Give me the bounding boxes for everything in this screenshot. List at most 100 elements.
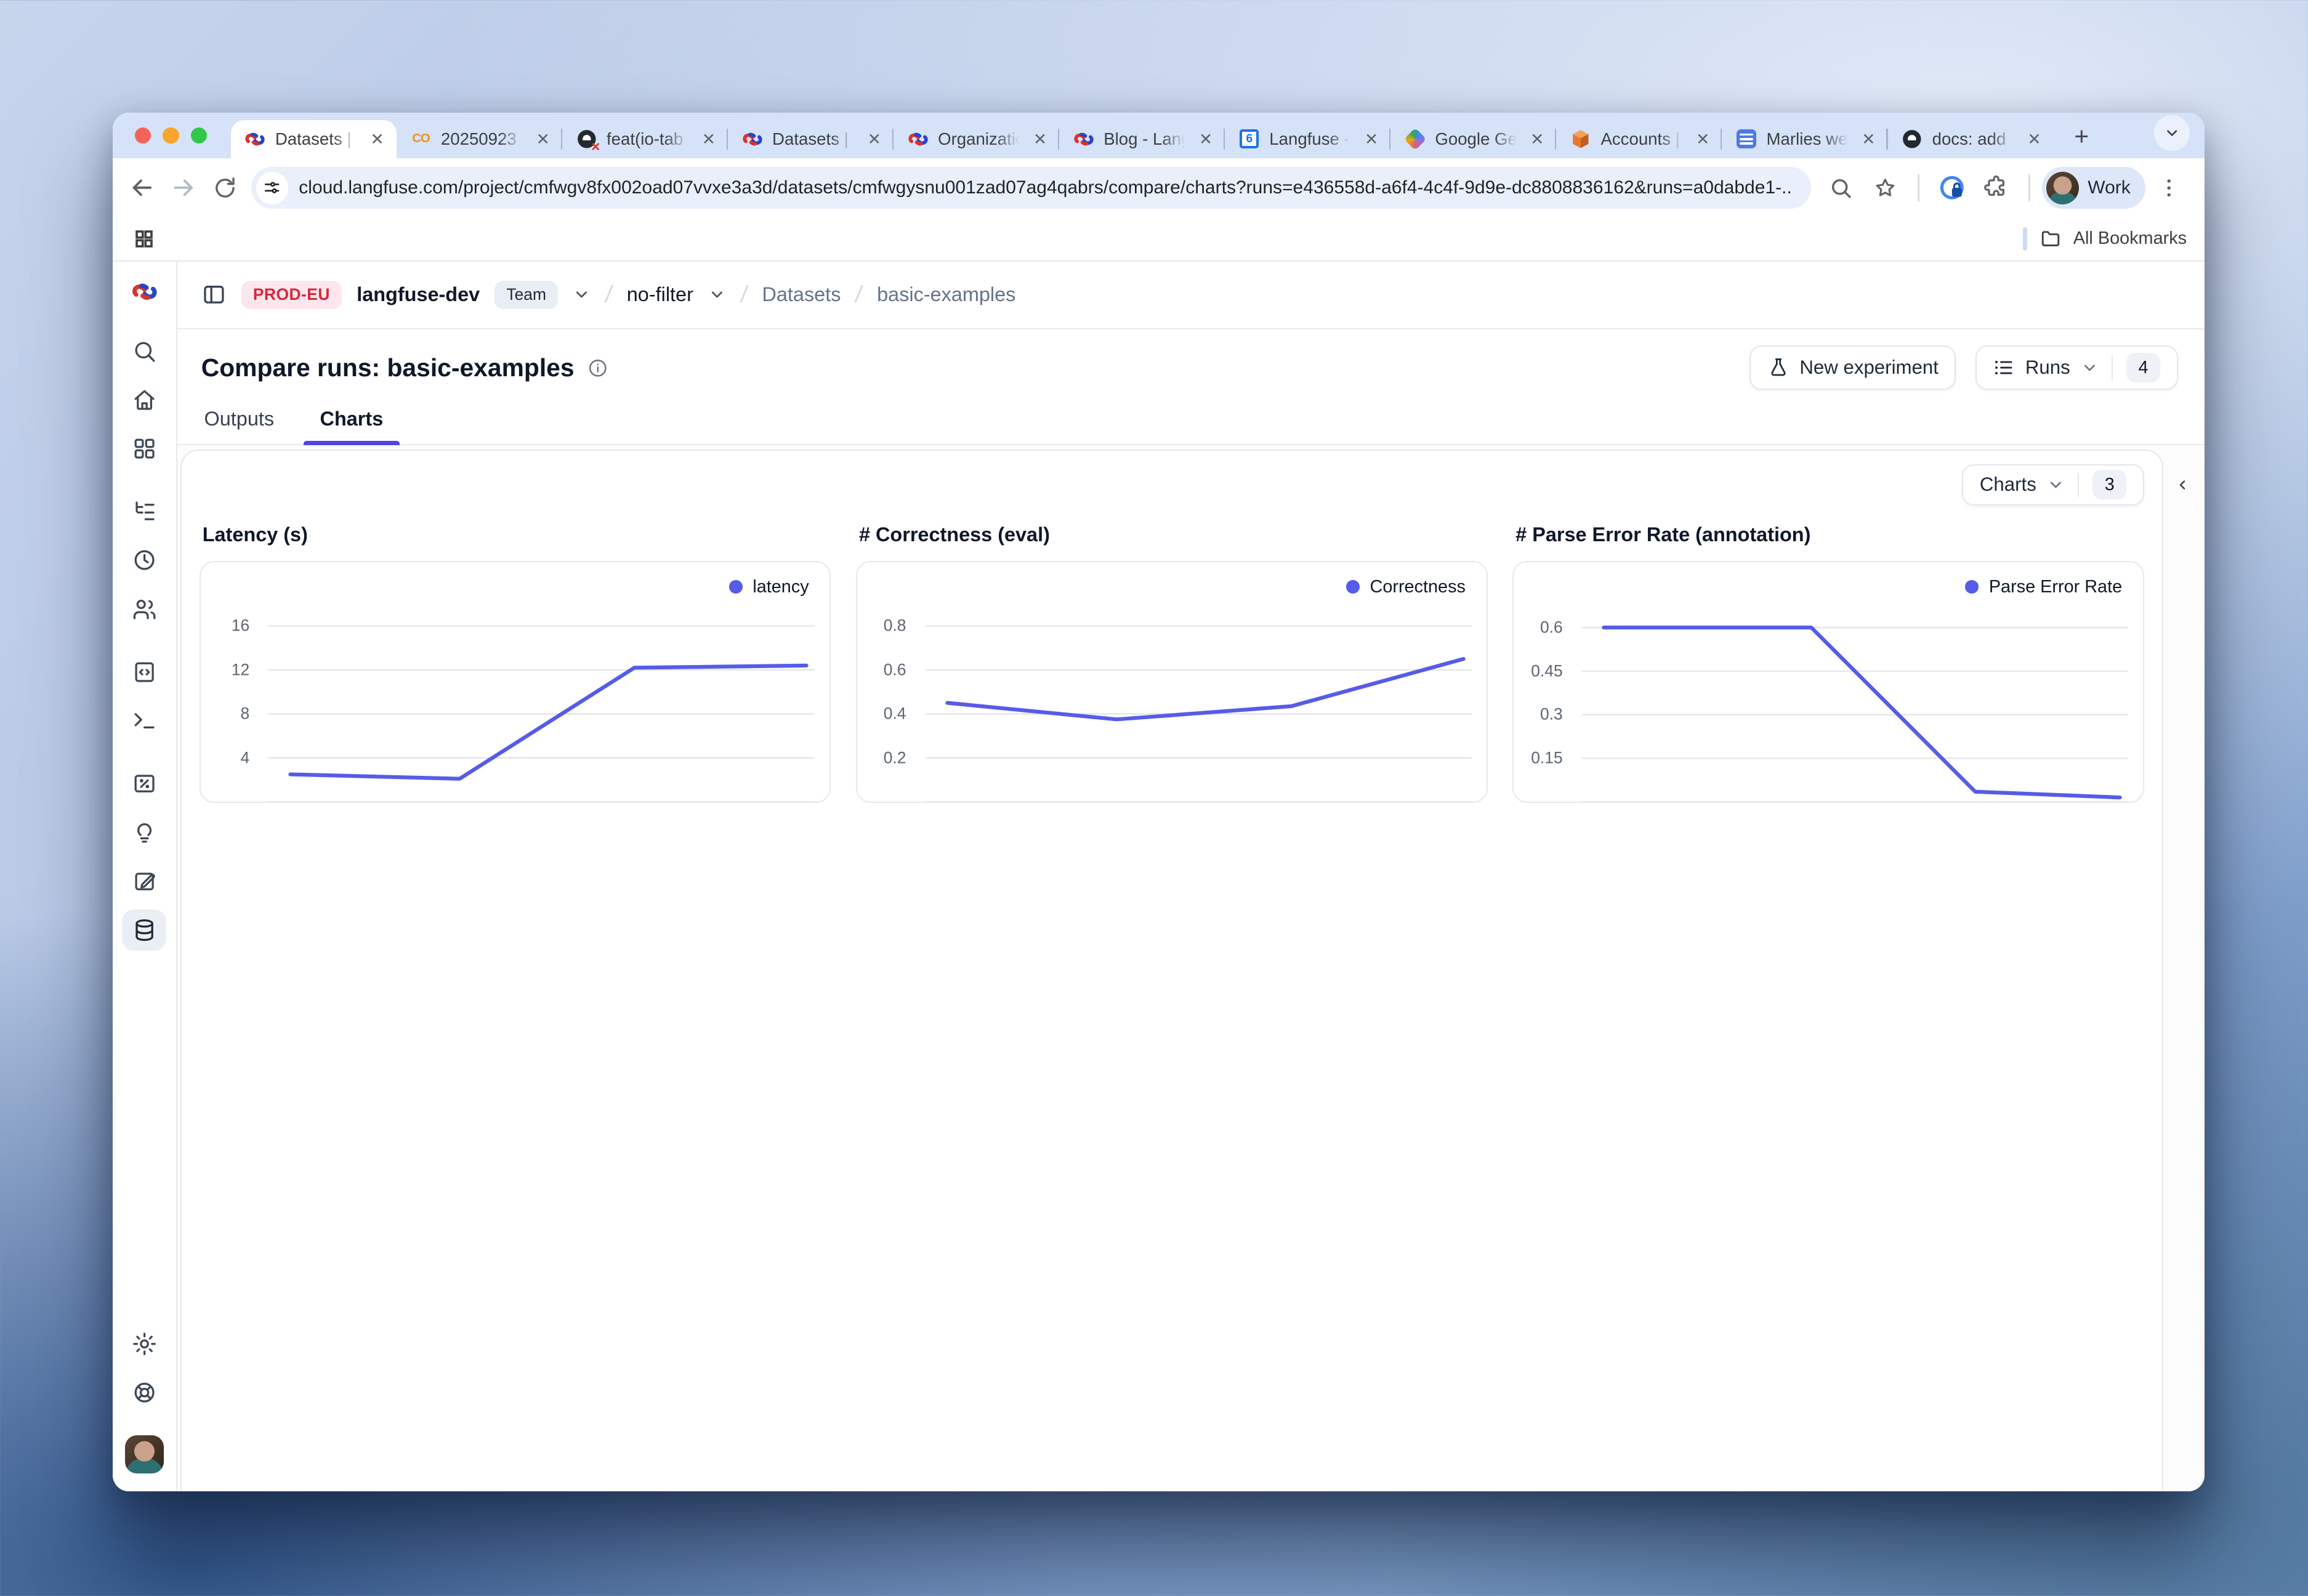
sidebar-item-support[interactable] xyxy=(122,1372,166,1413)
breadcrumb-project[interactable]: no-filter xyxy=(627,283,693,306)
sidebar-toggle-icon[interactable] xyxy=(201,282,227,307)
browser-tab-blog[interactable]: Blog - Lang ✕ xyxy=(1059,120,1225,158)
tab-close-icon[interactable]: ✕ xyxy=(1194,127,1217,151)
sidebar-item-annotation-queues[interactable] xyxy=(122,861,166,902)
org-type-badge[interactable]: Team xyxy=(494,281,558,308)
all-bookmarks[interactable]: All Bookmarks xyxy=(2023,227,2187,251)
tab-close-icon[interactable]: ✕ xyxy=(2022,127,2046,151)
browser-tab-gemini[interactable]: Google Ger ✕ xyxy=(1390,120,1556,158)
tab-close-icon[interactable]: ✕ xyxy=(1525,127,1549,151)
browser-tab-github-docs[interactable]: docs: add ✕ xyxy=(1888,120,2054,158)
sidebar-item-sessions[interactable] xyxy=(122,539,166,581)
notes-app-favicon xyxy=(1735,128,1757,150)
colab-favicon: CO xyxy=(410,128,432,150)
charts-selector-button[interactable]: Charts 3 xyxy=(1962,464,2144,506)
breadcrumb-datasets-link[interactable]: Datasets xyxy=(762,283,841,306)
sidebar-item-users[interactable] xyxy=(122,589,166,630)
sidebar-item-dashboards[interactable] xyxy=(122,428,166,469)
tab-close-icon[interactable]: ✕ xyxy=(863,127,886,151)
gemini-favicon xyxy=(1404,128,1426,150)
project-switcher-chevron-icon[interactable] xyxy=(708,286,726,304)
tab-close-icon[interactable]: ✕ xyxy=(1360,127,1383,151)
aws-favicon xyxy=(1570,128,1592,150)
extensions-puzzle-icon[interactable] xyxy=(1975,167,2017,208)
langfuse-app: PROD-EU langfuse-dev Team / no-filter / … xyxy=(113,262,2205,1491)
sidebar-item-home[interactable] xyxy=(122,379,166,421)
apps-grid-icon[interactable] xyxy=(133,228,155,250)
legend-label: Parse Error Rate xyxy=(1989,577,2122,597)
sidebar-item-settings[interactable] xyxy=(122,1323,166,1364)
chart-plot-area: Correctness 0.80.60.40.2 xyxy=(856,561,1487,803)
minimize-window-button[interactable] xyxy=(163,127,179,143)
folder-icon xyxy=(2040,228,2062,250)
browser-tab-20250923[interactable]: CO 20250923 ✕ xyxy=(397,120,562,158)
profile-avatar xyxy=(2046,172,2079,204)
new-tab-button[interactable]: + xyxy=(2062,117,2100,155)
all-bookmarks-label: All Bookmarks xyxy=(2073,228,2187,249)
bookmarks-bar: All Bookmarks xyxy=(113,217,2205,262)
tab-search-chevron-icon[interactable] xyxy=(2154,115,2190,151)
breadcrumb-org[interactable]: langfuse-dev xyxy=(357,283,480,306)
browser-tab-accounts[interactable]: Accounts | ✕ xyxy=(1556,120,1722,158)
tab-close-icon[interactable]: ✕ xyxy=(1028,127,1052,151)
sidebar-item-tracing[interactable] xyxy=(122,491,166,532)
github-failed-check-favicon: ✕ xyxy=(576,128,598,150)
tab-close-icon[interactable]: ✕ xyxy=(1691,127,1714,151)
runs-selector-button[interactable]: Runs 4 xyxy=(1975,345,2178,390)
reload-button[interactable] xyxy=(204,167,246,208)
url-text: cloud.langfuse.com/project/cmfwgv8fx002o… xyxy=(299,177,1793,198)
browser-tab-organization[interactable]: Organizatio ✕ xyxy=(894,120,1059,158)
tab-close-icon[interactable]: ✕ xyxy=(1857,127,1880,151)
tab-close-icon[interactable]: ✕ xyxy=(697,127,720,151)
y-axis-ticks: 0.60.450.30.15 xyxy=(1514,562,1573,802)
url-address-bar[interactable]: cloud.langfuse.com/project/cmfwgv8fx002o… xyxy=(251,167,1811,208)
org-switcher-chevron-icon[interactable] xyxy=(573,286,591,304)
sidebar-item-datasets[interactable] xyxy=(122,909,166,951)
maximize-window-button[interactable] xyxy=(191,127,207,143)
sidebar-item-insights[interactable] xyxy=(122,812,166,853)
browser-toolbar: cloud.langfuse.com/project/cmfwgv8fx002o… xyxy=(113,158,2205,217)
forward-button[interactable] xyxy=(163,167,204,208)
tab-charts[interactable]: Charts xyxy=(317,405,386,443)
bookmark-star-icon[interactable] xyxy=(1865,167,1906,208)
tab-close-icon[interactable]: ✕ xyxy=(365,127,389,151)
sidebar-item-playground[interactable] xyxy=(122,700,166,741)
browser-tab-github-pr[interactable]: ✕ feat(io-tab ✕ xyxy=(562,120,728,158)
breadcrumb-dataset-name[interactable]: basic-examples xyxy=(877,283,1015,306)
sidebar-item-prompts[interactable] xyxy=(122,651,166,693)
chart-title: # Correctness (eval) xyxy=(859,523,1488,546)
langfuse-favicon xyxy=(1073,128,1095,150)
info-icon[interactable] xyxy=(587,358,608,379)
sidebar-item-search[interactable] xyxy=(122,331,166,372)
charts-count-badge: 3 xyxy=(2092,470,2126,499)
site-settings-tune-icon[interactable] xyxy=(256,172,289,204)
password-extension-icon[interactable] xyxy=(1931,167,1972,208)
chevron-down-icon xyxy=(2047,476,2065,494)
user-avatar[interactable] xyxy=(125,1435,163,1473)
chart-correctness: # Correctness (eval) Correctness 0.80.60… xyxy=(856,512,1487,803)
chart-latency: Latency (s) latency 161284 xyxy=(200,512,831,803)
browser-tab-marlies[interactable]: Marlies we ✕ xyxy=(1722,120,1887,158)
browser-menu-kebab-icon[interactable] xyxy=(2149,167,2190,208)
sidebar-item-evaluation[interactable] xyxy=(122,763,166,804)
main-content: PROD-EU langfuse-dev Team / no-filter / … xyxy=(177,262,2205,1491)
desktop-wallpaper: Datasets | L ✕ CO 20250923 ✕ ✕ feat(io-t… xyxy=(0,0,2308,1596)
collapse-panel-chevron-icon[interactable] xyxy=(2166,469,2198,501)
browser-tab-datasets-2[interactable]: Datasets | L ✕ xyxy=(728,120,894,158)
profile-name: Work xyxy=(2088,177,2130,198)
app-sidebar xyxy=(113,262,178,1491)
tab-close-icon[interactable]: ✕ xyxy=(531,127,554,151)
back-button[interactable] xyxy=(121,167,163,208)
langfuse-logo[interactable] xyxy=(131,278,159,306)
langfuse-favicon xyxy=(741,128,764,150)
zoom-page-icon[interactable] xyxy=(1820,167,1862,208)
new-experiment-button[interactable]: New experiment xyxy=(1749,345,1956,390)
tab-outputs[interactable]: Outputs xyxy=(201,405,277,443)
browser-tab-calendar[interactable]: 6 Langfuse - ✕ xyxy=(1225,120,1390,158)
environment-badge[interactable]: PROD-EU xyxy=(241,281,342,308)
close-window-button[interactable] xyxy=(135,127,151,143)
browser-profile-chip[interactable]: Work xyxy=(2042,167,2145,208)
chevron-down-icon xyxy=(2081,359,2099,377)
browser-tab-datasets-active[interactable]: Datasets | L ✕ xyxy=(231,120,397,158)
chart-title: # Parse Error Rate (annotation) xyxy=(1515,523,2144,546)
